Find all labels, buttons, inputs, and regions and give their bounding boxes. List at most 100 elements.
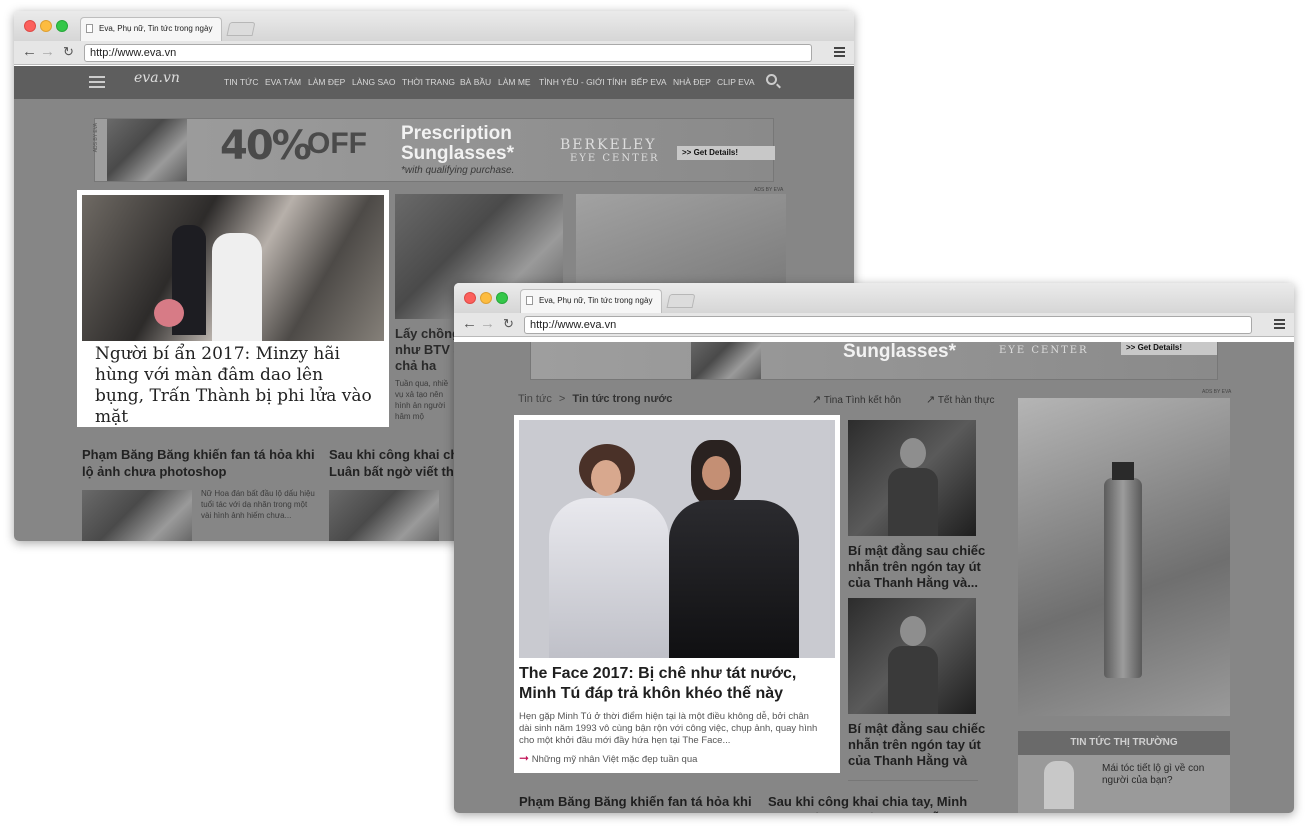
nav-item[interactable]: NHÀ ĐẸP bbox=[673, 77, 711, 87]
ad-line2: Sunglasses* bbox=[843, 342, 956, 362]
side-story-1-image[interactable] bbox=[848, 420, 976, 536]
tab-title: Eva, Phụ nữ, Tin tức trong ngày bbox=[99, 24, 213, 33]
hamburger-menu-icon[interactable] bbox=[834, 47, 845, 57]
ads-by-eva-label: ADS BY EVA bbox=[1202, 389, 1232, 395]
browser-tab[interactable]: Eva, Phụ nữ, Tin tức trong ngày bbox=[520, 289, 662, 313]
featured-article-card[interactable]: The Face 2017: Bị chê như tát nước, Minh… bbox=[514, 415, 840, 773]
menu-icon[interactable] bbox=[89, 76, 105, 88]
ad-off: OFF bbox=[307, 127, 367, 160]
featured-article-desc: Hẹn gặp Minh Tú ở thời điểm hiện tại là … bbox=[519, 711, 818, 746]
featured-article-image[interactable] bbox=[519, 420, 835, 658]
person-body bbox=[888, 468, 938, 536]
title-bar: Eva, Phụ nữ, Tin tức trong ngày bbox=[454, 283, 1294, 313]
address-bar[interactable]: http://www.eva.vn bbox=[84, 44, 812, 62]
cosmetic-ad-image[interactable] bbox=[1018, 398, 1230, 716]
minimize-window-button[interactable] bbox=[480, 292, 492, 304]
trend-link-1-label: Tina Tình kết hôn bbox=[823, 395, 902, 406]
ad-cta-button[interactable]: >> Get Details! bbox=[677, 146, 775, 160]
bottom-story-1-title[interactable]: Phạm Băng Băng khiến fan tá hỏa khi lộ ả… bbox=[519, 793, 759, 813]
breadcrumb-parent[interactable]: Tin tức bbox=[518, 393, 552, 405]
zoom-window-button[interactable] bbox=[56, 20, 68, 32]
person-face bbox=[900, 438, 926, 468]
ad-brand-sub: EYE CENTER bbox=[999, 345, 1089, 356]
forward-arrow-icon[interactable]: → bbox=[40, 44, 55, 60]
spray-bottle bbox=[1104, 478, 1142, 678]
new-tab-button[interactable] bbox=[666, 294, 696, 308]
ad-brand: BERKELEY bbox=[560, 137, 657, 153]
back-arrow-icon[interactable]: ← bbox=[462, 316, 477, 332]
close-window-button[interactable] bbox=[24, 20, 36, 32]
site-logo[interactable]: eva.vn bbox=[134, 70, 180, 86]
site-navbar: eva.vn TIN TỨC EVA TÁM LÀM ĐẸP LÀNG SAO THỜI… bbox=[14, 66, 854, 99]
ad-note: *with qualifying purchase. bbox=[401, 165, 515, 176]
nav-item[interactable]: BÀ BẦU bbox=[460, 77, 491, 87]
reload-icon[interactable]: ↻ bbox=[503, 316, 514, 332]
ad-side-label: ADS BY EVA bbox=[93, 123, 99, 153]
hamburger-menu-icon[interactable] bbox=[1274, 319, 1285, 329]
related-article-link[interactable]: ➞ Những mỹ nhân Việt mặc đẹp tuần qua bbox=[519, 751, 697, 765]
zoom-window-button[interactable] bbox=[496, 292, 508, 304]
nav-item[interactable]: LÀNG SAO bbox=[352, 77, 395, 87]
trend-link-2[interactable]: ↗ Tết hàn thực bbox=[926, 393, 995, 406]
featured-article-image[interactable] bbox=[82, 195, 384, 341]
new-tab-button[interactable] bbox=[226, 22, 256, 36]
address-toolbar: ← → ↻ http://www.eva.vn bbox=[454, 313, 1294, 337]
bottle-cap bbox=[1112, 462, 1134, 480]
nav-item[interactable]: BẾP EVA bbox=[631, 77, 667, 87]
featured-article-title[interactable]: The Face 2017: Bị chê như tát nước, Minh… bbox=[519, 664, 829, 704]
bride-figure bbox=[212, 233, 262, 341]
nav-item[interactable]: CLIP EVA bbox=[717, 77, 754, 87]
ad-discount: 40% bbox=[220, 123, 312, 169]
sunglasses-ad-banner[interactable]: ADS BY EVA 40% OFF Prescription Sunglass… bbox=[93, 118, 775, 182]
side-story-2-image[interactable] bbox=[848, 598, 976, 714]
ad-line2: Sunglasses* bbox=[401, 143, 514, 164]
trend-link-2-label: Tết hàn thực bbox=[937, 395, 995, 406]
story1-desc: Nữ Hoa đán bất đầu lộ dấu hiệu tuổi tác … bbox=[201, 489, 315, 520]
story1-title[interactable]: Phạm Băng Băng khiến fan tá hỏa khi lộ ả… bbox=[82, 446, 322, 480]
page-icon bbox=[526, 296, 533, 305]
ad-model-image bbox=[691, 342, 761, 379]
back-arrow-icon[interactable]: ← bbox=[22, 44, 37, 60]
trend-link-1[interactable]: ↗ Tina Tình kết hôn bbox=[812, 393, 901, 406]
market-news-header: TIN TỨC THỊ TRƯỜNG bbox=[1018, 731, 1230, 755]
address-toolbar: ← → ↻ http://www.eva.vn bbox=[14, 41, 854, 65]
nav-item[interactable]: TÌNH YÊU - GIỚI TÍNH bbox=[539, 77, 627, 87]
featured-article-title[interactable]: Người bí ẩn 2017: Minzy hãi hùng với màn… bbox=[95, 344, 375, 428]
bottom-story-2-title[interactable]: Sau khi công khai chia tay, Minh Luân bấ… bbox=[768, 793, 998, 813]
person-face bbox=[900, 616, 926, 646]
black-dress bbox=[669, 500, 799, 658]
side-ad-image[interactable] bbox=[576, 194, 786, 292]
story2-image[interactable] bbox=[329, 490, 439, 541]
story2-title[interactable]: Sau khi công khai ch Luân bất ngờ viết t… bbox=[329, 446, 469, 480]
page-icon bbox=[86, 24, 93, 33]
person-body bbox=[888, 646, 938, 714]
nav-item[interactable]: LÀM MẸ bbox=[498, 77, 531, 87]
featured-article-card[interactable]: Người bí ẩn 2017: Minzy hãi hùng với màn… bbox=[77, 190, 389, 427]
ad-cta-button[interactable]: >> Get Details! bbox=[1121, 342, 1217, 355]
market-item-illustration bbox=[1044, 761, 1074, 809]
address-bar[interactable]: http://www.eva.vn bbox=[524, 316, 1252, 334]
side-story-2-title[interactable]: Bí mật đằng sau chiếc nhẫn trên ngón tay… bbox=[848, 721, 998, 769]
close-window-button[interactable] bbox=[464, 292, 476, 304]
side-story-1-title[interactable]: Bí mật đằng sau chiếc nhẫn trên ngón tay… bbox=[848, 543, 998, 591]
minimize-window-button[interactable] bbox=[40, 20, 52, 32]
breadcrumb-current[interactable]: Tin tức trong nước bbox=[572, 393, 672, 405]
nav-item[interactable]: TIN TỨC bbox=[224, 77, 259, 87]
nav-item[interactable]: EVA TÁM bbox=[265, 77, 301, 87]
bouquet bbox=[154, 299, 184, 327]
forward-arrow-icon[interactable]: → bbox=[480, 316, 495, 332]
reload-icon[interactable]: ↻ bbox=[63, 44, 74, 60]
tab-title: Eva, Phụ nữ, Tin tức trong ngày bbox=[539, 296, 653, 305]
nav-item[interactable]: LÀM ĐẸP bbox=[308, 77, 345, 87]
arrow-right-icon: ➞ bbox=[519, 751, 530, 765]
market-item-title[interactable]: Mái tóc tiết lộ gì về con người của bạn? bbox=[1102, 763, 1220, 787]
related-article-label: Những mỹ nhân Việt mặc đẹp tuần qua bbox=[531, 754, 698, 765]
trending-icon: ↗ bbox=[812, 394, 822, 406]
market-news-item[interactable]: Mái tóc tiết lộ gì về con người của bạn? bbox=[1018, 755, 1230, 813]
white-dress bbox=[549, 498, 669, 658]
browser-tab[interactable]: Eva, Phụ nữ, Tin tức trong ngày bbox=[80, 17, 222, 41]
sunglasses-ad-banner[interactable]: Sunglasses* EYE CENTER >> Get Details! bbox=[530, 342, 1218, 380]
search-icon[interactable] bbox=[766, 74, 777, 85]
story1-image[interactable] bbox=[82, 490, 192, 541]
nav-item[interactable]: THỜI TRANG bbox=[402, 77, 455, 87]
